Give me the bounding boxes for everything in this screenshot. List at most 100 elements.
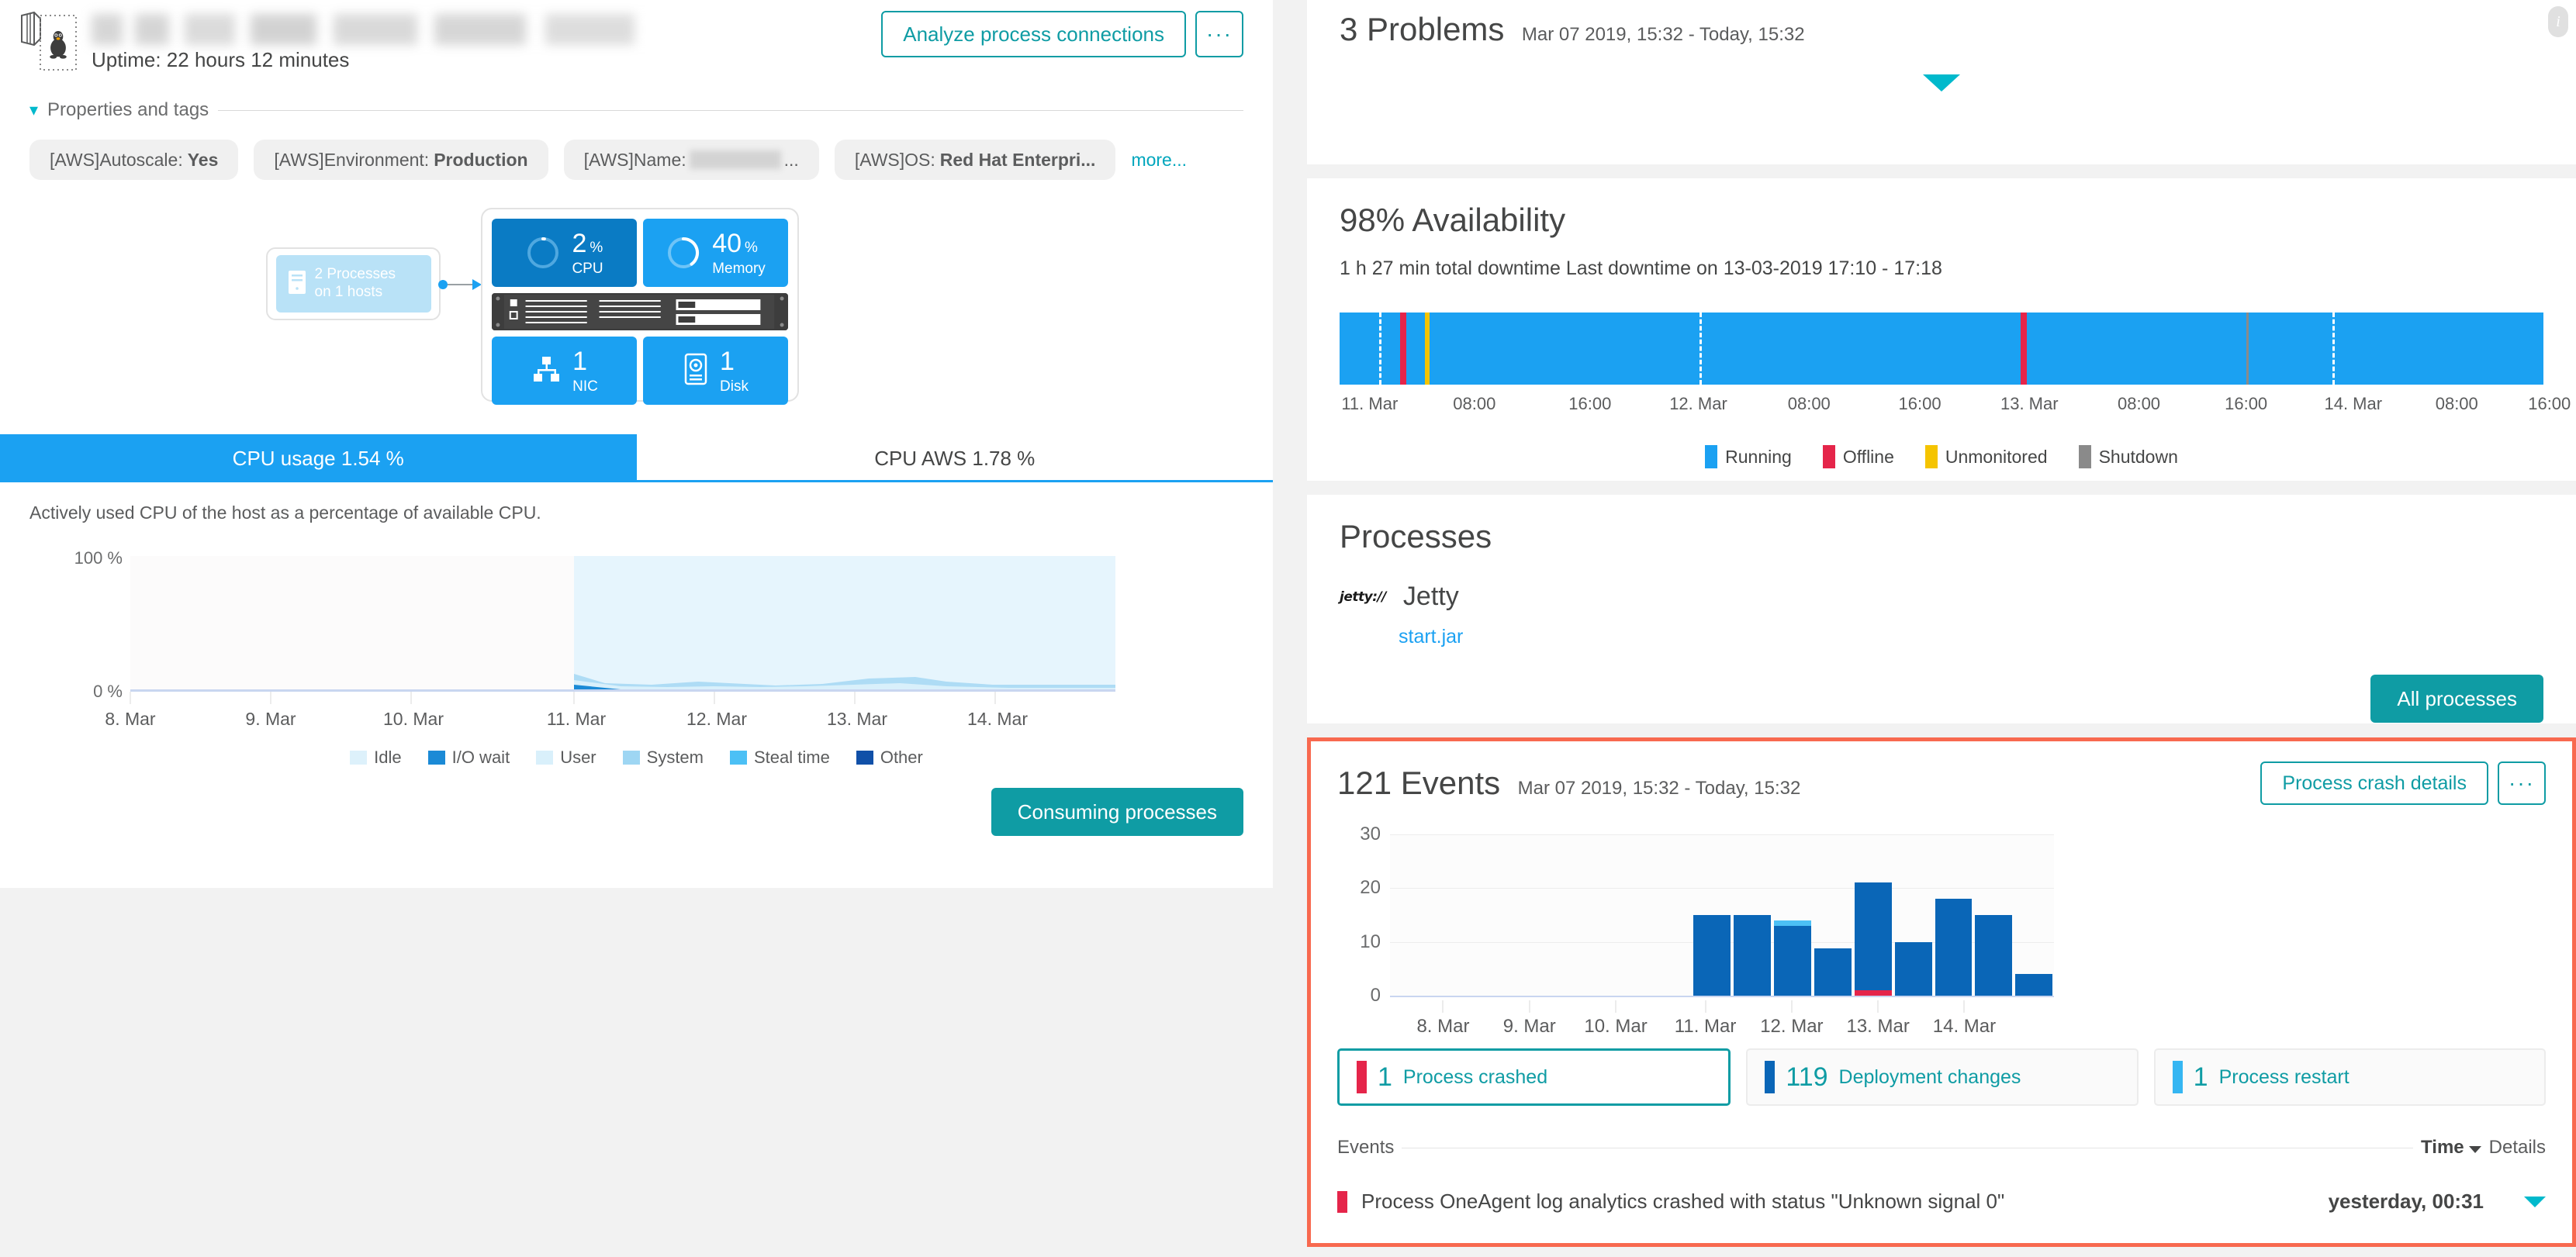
- events-table-header: Events Time Details: [1337, 1137, 2546, 1159]
- legend-label: Idle: [374, 748, 402, 767]
- tile-cpu[interactable]: 2% CPU: [492, 219, 637, 287]
- table-row[interactable]: Process OneAgent log analytics crashed w…: [1337, 1190, 2546, 1214]
- events-header-text: 121 Events Mar 07 2019, 15:32 - Today, 1…: [1337, 765, 1800, 802]
- axis-tick-label: 13. Mar: [2000, 394, 2059, 413]
- legend-item[interactable]: Unmonitored: [1924, 445, 2048, 468]
- tile-cpu-text: 2% CPU: [572, 228, 603, 277]
- column-header-time[interactable]: Time: [2421, 1137, 2481, 1159]
- bar-slot[interactable]: [1934, 834, 1974, 996]
- bar-slot[interactable]: [1772, 834, 1813, 996]
- legend-swatch-icon: [622, 751, 640, 765]
- legend-item[interactable]: Idle: [350, 748, 402, 768]
- bar-slot[interactable]: [1813, 834, 1853, 996]
- tab-cpu-usage[interactable]: CPU usage 1.54 %: [0, 434, 637, 482]
- legend-item[interactable]: Other: [856, 748, 923, 768]
- column-header-details: Details: [2488, 1137, 2546, 1158]
- header-actions: Analyze process connections ···: [881, 11, 1243, 57]
- events-overflow-menu-button[interactable]: ···: [2498, 761, 2546, 805]
- expand-problems-chevron-icon[interactable]: [1923, 74, 1960, 92]
- consuming-processes-button[interactable]: Consuming processes: [991, 788, 1243, 836]
- tag-chip[interactable]: [AWS]Environment: Production: [254, 140, 548, 180]
- bar-slot[interactable]: [2014, 834, 2054, 996]
- legend-swatch-icon: [2078, 445, 2091, 468]
- chevron-down-icon: ▾: [29, 100, 39, 119]
- problems-card: i 3 Problems Mar 07 2019, 15:32 - Today,…: [1307, 0, 2576, 164]
- legend-label: I/O wait: [451, 748, 510, 767]
- stat-swatch-icon: [2172, 1061, 2183, 1093]
- event-stat-cards: 1 Process crashed 119 Deployment changes…: [1337, 1048, 2546, 1106]
- host-node[interactable]: 2% CPU 40% Memory 1 NIC 1 Disk: [481, 208, 799, 405]
- event-time: yesterday, 00:31: [2328, 1190, 2484, 1213]
- availability-subtitle: 1 h 27 min total downtime Last downtime …: [1340, 257, 1942, 279]
- timeline-shutdown-marker: [2246, 313, 2249, 385]
- legend-swatch-icon: [350, 751, 368, 765]
- cpu-y-label-max: 100 %: [74, 548, 123, 568]
- tag-chip[interactable]: [AWS]OS: Red Hat Enterpri...: [834, 140, 1116, 180]
- legend-item[interactable]: Offline: [1822, 445, 1894, 468]
- stat-label: Deployment changes: [1838, 1065, 2021, 1088]
- process-row[interactable]: jetty:// Jetty: [1340, 582, 2543, 612]
- consuming-processes-wrap: Consuming processes: [0, 768, 1273, 836]
- legend-item[interactable]: Shutdown: [2078, 445, 2178, 468]
- axis-tick-label: 16:00: [1568, 394, 1612, 413]
- analyze-process-connections-button[interactable]: Analyze process connections: [881, 11, 1186, 57]
- events-plot-area: [1390, 834, 2054, 997]
- events-header-actions: Process crash details ···: [2260, 761, 2546, 805]
- legend-item[interactable]: System: [622, 748, 704, 768]
- events-header: 121 Events Mar 07 2019, 15:32 - Today, 1…: [1337, 761, 2546, 805]
- events-title: 121 Events: [1337, 765, 1501, 801]
- event-message: Process OneAgent log analytics crashed w…: [1361, 1190, 2005, 1213]
- tag-value: ...: [783, 150, 799, 170]
- bar-slot[interactable]: [1893, 834, 1934, 996]
- bar-slot[interactable]: [1853, 834, 1893, 996]
- more-tags-link[interactable]: more...: [1131, 150, 1187, 171]
- process-link-startjar[interactable]: start.jar: [1399, 626, 2543, 648]
- y-tick-label: 30: [1360, 824, 1381, 844]
- tag-chip[interactable]: [AWS]Autoscale: Yes: [29, 140, 239, 180]
- tile-memory[interactable]: 40% Memory: [643, 219, 788, 287]
- availability-axis: 11. Mar 08:00 16:00 12. Mar 08:00 16:00 …: [1340, 394, 2571, 425]
- axis-tick-label: 08:00: [1787, 394, 1831, 413]
- bar-segment-deployment: [1774, 925, 1811, 996]
- expand-row-chevron-icon[interactable]: [2524, 1196, 2546, 1207]
- process-crash-details-button[interactable]: Process crash details: [2260, 761, 2488, 805]
- bar-segment-deployment: [1854, 882, 1892, 990]
- tag-value-redacted: [689, 150, 781, 169]
- all-processes-button[interactable]: All processes: [2370, 675, 2543, 723]
- tile-disk[interactable]: 1 Disk: [643, 337, 788, 405]
- host-title-block: [92, 14, 704, 45]
- x-tick-label: 11. Mar: [1674, 1016, 1737, 1037]
- bar-segment-deployment: [1935, 899, 1973, 996]
- cpu-donut-icon: [525, 235, 561, 271]
- properties-header[interactable]: ▾ Properties and tags: [29, 93, 1243, 127]
- legend-item[interactable]: User: [536, 748, 596, 768]
- bar-segment-deployment: [1693, 915, 1731, 996]
- availability-timeline[interactable]: [1340, 313, 2543, 385]
- bar-slot[interactable]: [1692, 834, 1732, 996]
- timeline-divider: [1699, 313, 1703, 385]
- legend-item[interactable]: Running: [1705, 445, 1792, 468]
- tag-key: [AWS]Name:: [583, 150, 686, 170]
- legend-item[interactable]: I/O wait: [427, 748, 510, 768]
- disk-icon: [683, 353, 709, 389]
- legend-label: System: [646, 748, 704, 767]
- processes-node[interactable]: 2 Processes on 1 hosts: [266, 247, 441, 320]
- header-overflow-menu-button[interactable]: ···: [1195, 11, 1243, 57]
- stat-card-deployment-changes[interactable]: 119 Deployment changes: [1746, 1048, 2139, 1106]
- bar-slot[interactable]: [1732, 834, 1772, 996]
- tab-cpu-aws[interactable]: CPU AWS 1.78 %: [636, 434, 1273, 482]
- tile-nic[interactable]: 1 NIC: [492, 337, 637, 405]
- info-icon[interactable]: i: [2548, 6, 2568, 37]
- availability-legend: Running Offline Unmonitored Shutdown: [1340, 445, 2543, 468]
- tag-chip[interactable]: [AWS]Name: ...: [563, 140, 819, 180]
- stat-card-process-restart[interactable]: 1 Process restart: [2153, 1048, 2546, 1106]
- legend-swatch-icon: [1705, 445, 1718, 468]
- bar-segment-deployment: [2015, 974, 2053, 996]
- legend-item[interactable]: Steal time: [730, 748, 830, 768]
- tag-key: [AWS]Environment:: [274, 150, 430, 170]
- stat-card-process-crashed[interactable]: 1 Process crashed: [1337, 1048, 1731, 1106]
- bar-slot[interactable]: [1973, 834, 2014, 996]
- properties-label: Properties and tags: [47, 99, 209, 120]
- bar-segment-restart: [1774, 920, 1811, 926]
- page-title-redacted: [92, 14, 704, 45]
